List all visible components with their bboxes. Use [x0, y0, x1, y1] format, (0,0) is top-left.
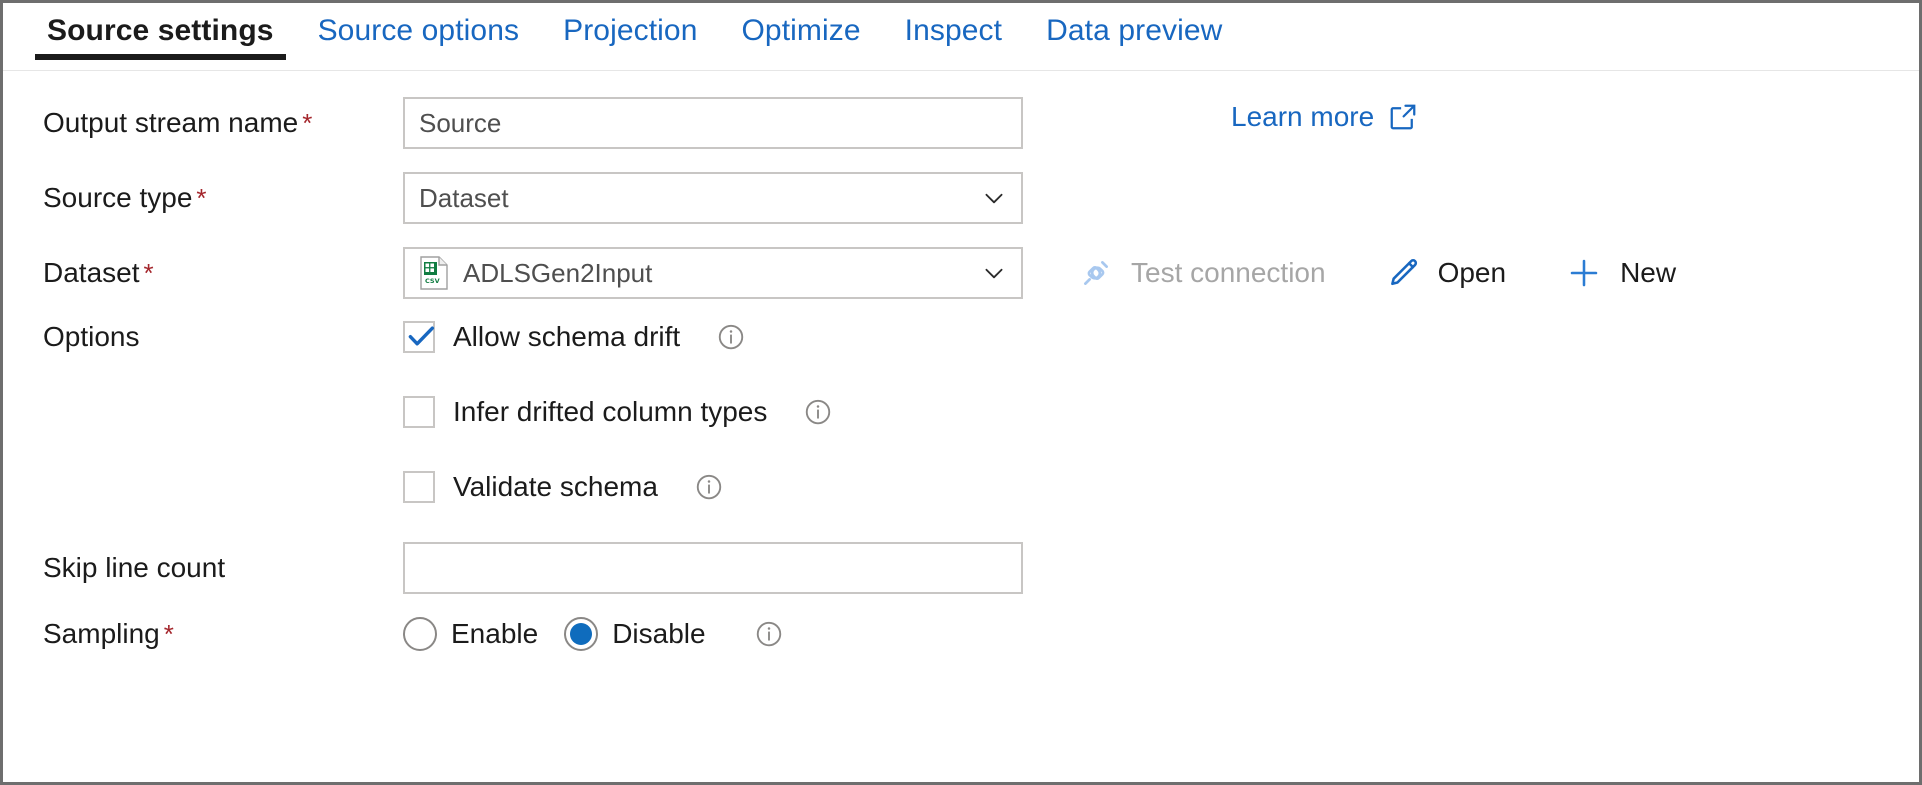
csv-file-icon: CSV	[419, 256, 449, 290]
tab-bar: Source settings Source options Projectio…	[3, 3, 1919, 71]
radio-sampling-enable[interactable]: Enable	[403, 617, 538, 651]
label-text: Skip line count	[43, 552, 225, 583]
new-label: New	[1620, 257, 1676, 289]
source-type-dropdown[interactable]: Dataset	[403, 172, 1023, 224]
checkbox-label: Validate schema	[453, 471, 658, 503]
radio-circle	[564, 617, 598, 651]
radio-circle	[403, 617, 437, 651]
required-asterisk: *	[144, 258, 154, 288]
checkbox-box[interactable]	[403, 321, 435, 353]
sampling-radio-group: Enable Disable	[403, 617, 784, 651]
tab-label: Data preview	[1046, 14, 1222, 47]
radio-label: Disable	[612, 618, 705, 650]
sampling-label: Sampling*	[3, 618, 403, 650]
row-dataset: Dataset* CSV	[3, 247, 1919, 299]
tab-label: Source settings	[47, 14, 274, 47]
radio-sampling-disable[interactable]: Disable	[564, 617, 705, 651]
output-stream-name-value: Source	[419, 108, 1007, 139]
plug-icon	[1079, 256, 1113, 290]
tab-label: Optimize	[742, 14, 861, 47]
chevron-down-icon	[981, 260, 1007, 286]
output-stream-name-label: Output stream name*	[3, 107, 403, 139]
learn-more-label: Learn more	[1231, 101, 1374, 133]
row-source-type: Source type* Dataset	[3, 172, 1919, 224]
test-connection-button[interactable]: Test connection	[1079, 256, 1326, 290]
chevron-down-icon	[981, 185, 1007, 211]
tab-data-preview[interactable]: Data preview	[1024, 3, 1244, 46]
info-icon[interactable]	[716, 322, 746, 352]
checkbox-label: Allow schema drift	[453, 321, 680, 353]
pencil-icon	[1386, 256, 1420, 290]
source-type-value: Dataset	[419, 183, 973, 214]
form-body: Output stream name* Source Learn more S	[3, 71, 1919, 782]
plus-icon	[1566, 255, 1602, 291]
tab-inspect[interactable]: Inspect	[883, 3, 1024, 46]
checkbox-validate-schema[interactable]: Validate schema	[403, 471, 724, 503]
row-output-stream-name: Output stream name* Source Learn more	[3, 97, 1919, 149]
checkbox-box[interactable]	[403, 396, 435, 428]
options-label: Options	[3, 321, 403, 353]
label-text: Output stream name	[43, 107, 298, 138]
info-icon[interactable]	[803, 397, 833, 427]
source-type-label: Source type*	[3, 182, 403, 214]
required-asterisk: *	[164, 619, 174, 649]
label-text: Dataset	[43, 257, 140, 288]
info-icon[interactable]	[694, 472, 724, 502]
label-text: Sampling	[43, 618, 160, 649]
dataset-dropdown[interactable]: CSV ADLSGen2Input	[403, 247, 1023, 299]
tab-label: Source options	[318, 14, 520, 47]
checkbox-box[interactable]	[403, 471, 435, 503]
check-icon	[404, 319, 438, 353]
tab-source-settings[interactable]: Source settings	[25, 3, 296, 46]
tab-label: Inspect	[905, 14, 1002, 47]
dataset-value: ADLSGen2Input	[463, 258, 973, 289]
radio-label: Enable	[451, 618, 538, 650]
learn-more-link[interactable]: Learn more	[1231, 101, 1418, 133]
required-asterisk: *	[196, 183, 206, 213]
tab-optimize[interactable]: Optimize	[720, 3, 883, 46]
dataset-actions: Test connection Open	[1079, 255, 1736, 291]
tab-label: Projection	[563, 14, 697, 47]
checkbox-infer-drifted-column-types[interactable]: Infer drifted column types	[403, 396, 833, 428]
dataset-label: Dataset*	[3, 257, 403, 289]
skip-line-count-input[interactable]	[403, 542, 1023, 594]
row-skip-line-count: Skip line count	[3, 542, 1919, 594]
open-label: Open	[1438, 257, 1507, 289]
open-button[interactable]: Open	[1386, 256, 1507, 290]
tab-projection[interactable]: Projection	[541, 3, 719, 46]
row-sampling: Sampling* Enable Disable	[3, 617, 1919, 651]
checkbox-label: Infer drifted column types	[453, 396, 767, 428]
row-options: Options Allow schema drift	[3, 321, 1919, 353]
source-settings-panel: Source settings Source options Projectio…	[0, 0, 1922, 785]
output-stream-name-input[interactable]: Source	[403, 97, 1023, 149]
tab-source-options[interactable]: Source options	[296, 3, 542, 46]
new-button[interactable]: New	[1566, 255, 1676, 291]
info-icon[interactable]	[754, 619, 784, 649]
label-text: Options	[43, 321, 140, 352]
checkbox-allow-schema-drift[interactable]: Allow schema drift	[403, 321, 746, 353]
row-option-validate-schema: Validate schema	[3, 471, 1919, 503]
required-asterisk: *	[302, 108, 312, 138]
test-connection-label: Test connection	[1131, 257, 1326, 289]
external-link-icon	[1388, 102, 1418, 132]
row-option-infer-drifted: Infer drifted column types	[3, 396, 1919, 428]
svg-text:CSV: CSV	[425, 277, 440, 285]
skip-line-count-label: Skip line count	[3, 552, 403, 584]
label-text: Source type	[43, 182, 192, 213]
